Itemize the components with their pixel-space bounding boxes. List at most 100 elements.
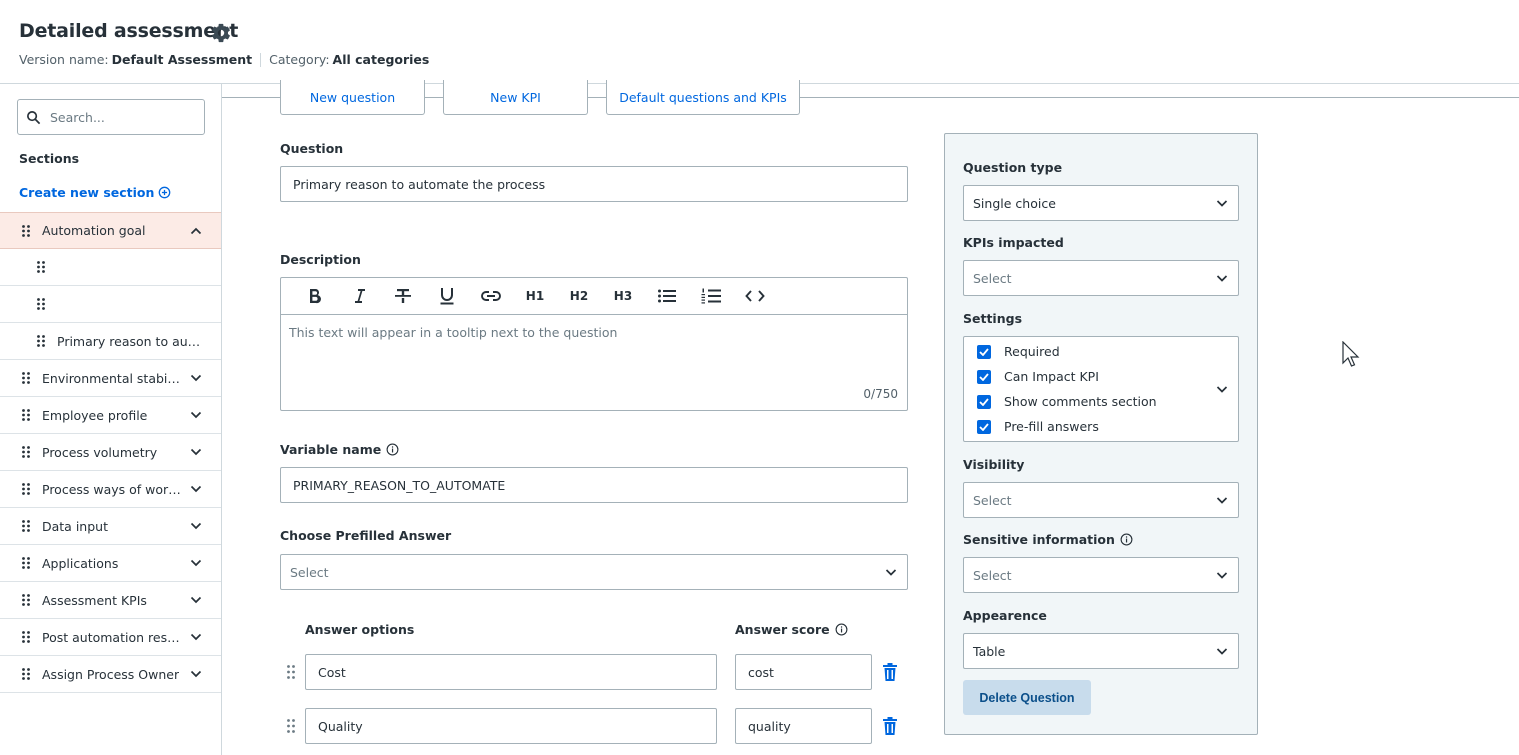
tab-new-kpi[interactable]: New KPI [443,80,588,115]
chevron-down-icon[interactable] [190,373,202,383]
description-placeholder[interactable]: This text will appear in a tooltip next … [289,325,617,340]
search-icon [27,110,41,124]
heading2-button[interactable]: H2 [557,278,601,315]
chevron-down-icon[interactable] [190,669,202,679]
sections-sidebar: Sections Create new section Automation g… [0,84,222,755]
section-label: Assessment KPIs [42,592,147,608]
chevron-down-icon[interactable] [190,447,202,457]
chevron-down-icon[interactable] [190,521,202,531]
drag-handle-icon[interactable] [22,225,30,237]
trash-icon[interactable] [882,717,898,735]
search-input[interactable] [50,109,190,125]
chevron-down-icon[interactable] [190,632,202,642]
drag-handle-icon[interactable] [287,665,295,679]
sensitive-info-select[interactable]: Select [963,557,1239,593]
numbered-list-icon [701,288,721,304]
answer-score-input[interactable]: cost [735,654,872,690]
chevron-down-icon[interactable] [190,595,202,605]
section-item-automation-goal[interactable]: Automation goal [0,212,221,249]
drag-handle-icon[interactable] [37,261,45,273]
section-item-environmental-stability[interactable]: Environmental stability [0,360,221,397]
drag-handle-icon[interactable] [287,719,295,733]
info-icon[interactable] [835,623,848,636]
question-item[interactable] [0,286,221,323]
add-circle-icon [159,186,171,199]
drag-handle-icon[interactable] [22,520,30,532]
prefill-select[interactable]: Select [280,554,908,590]
drag-handle-icon[interactable] [22,668,30,680]
search-box[interactable] [17,99,205,135]
settings-multiselect[interactable]: Required Can Impact KPI Show comments se… [963,336,1239,442]
chevron-down-icon[interactable] [190,484,202,494]
question-type-select[interactable]: Single choice [963,185,1239,221]
chevron-down-icon[interactable] [190,558,202,568]
italic-button[interactable] [337,278,381,315]
info-icon[interactable] [386,443,399,456]
heading3-button[interactable]: H3 [601,278,645,315]
chevron-down-icon[interactable] [190,410,202,420]
heading1-button[interactable]: H1 [513,278,557,315]
visibility-label: Visibility [963,457,1025,472]
section-item-assessment-kpis[interactable]: Assessment KPIs [0,582,221,619]
code-button[interactable] [733,278,777,315]
checkbox-checked-icon [977,394,991,409]
trash-icon[interactable] [882,663,898,681]
drag-handle-icon[interactable] [22,631,30,643]
info-icon[interactable] [1120,533,1133,546]
underline-button[interactable] [425,278,469,315]
setting-label: Can Impact KPI [1004,369,1099,384]
section-item-process-volumetry[interactable]: Process volumetry [0,434,221,471]
section-item-assign-process-owner[interactable]: Assign Process Owner [0,656,221,693]
tab-new-question[interactable]: New question [280,80,425,115]
category-value: All categories [332,52,430,67]
create-section-link[interactable]: Create new section [19,185,171,200]
can-impact-kpi-checkbox[interactable]: Can Impact KPI [977,369,1099,384]
drag-handle-icon[interactable] [22,594,30,606]
required-checkbox[interactable]: Required [977,344,1060,359]
section-item-employee-profile[interactable]: Employee profile [0,397,221,434]
answer-options-label: Answer options [305,622,415,637]
version-value: Default Assessment [111,52,253,67]
create-section-label: Create new section [19,185,155,200]
drag-handle-icon[interactable] [22,483,30,495]
checkbox-checked-icon [977,419,991,434]
appearance-select[interactable]: Table [963,633,1239,669]
description-editor: H1 H2 H3 This text will appear in a tool… [280,277,908,411]
show-comments-checkbox[interactable]: Show comments section [977,394,1157,409]
visibility-select[interactable]: Select [963,482,1239,518]
gear-icon[interactable] [210,22,232,44]
strikethrough-button[interactable] [381,278,425,315]
tab-default-questions[interactable]: Default questions and KPIs [606,80,800,115]
answer-option-input[interactable]: Quality [305,708,717,744]
drag-handle-icon[interactable] [22,409,30,421]
section-item-process-ways-of-working[interactable]: Process ways of worki... [0,471,221,508]
chevron-up-icon[interactable] [190,226,202,236]
delete-question-button[interactable]: Delete Question [963,680,1091,715]
answer-score-input[interactable]: quality [735,708,872,744]
section-label: Assign Process Owner [42,666,180,682]
answer-option-input[interactable]: Cost [305,654,717,690]
question-item-primary-reason[interactable]: Primary reason to auto... [0,323,221,360]
drag-handle-icon[interactable] [22,557,30,569]
chevron-down-icon [885,569,897,576]
question-input[interactable]: Primary reason to automate the process [280,166,908,202]
prefill-answers-checkbox[interactable]: Pre-fill answers [977,419,1099,434]
section-item-data-input[interactable]: Data input [0,508,221,545]
question-item[interactable] [0,249,221,286]
variable-name-label: Variable name [280,442,399,457]
drag-handle-icon[interactable] [22,372,30,384]
link-button[interactable] [469,278,513,315]
section-item-applications[interactable]: Applications [0,545,221,582]
bold-button[interactable] [293,278,337,315]
numbered-list-button[interactable] [689,278,733,315]
section-item-post-automation-results[interactable]: Post automation results [0,619,221,656]
drag-handle-icon[interactable] [22,446,30,458]
bullet-list-button[interactable] [645,278,689,315]
bullet-list-icon [658,289,676,303]
drag-handle-icon[interactable] [37,335,45,347]
drag-handle-icon[interactable] [37,298,45,310]
variable-name-input[interactable]: PRIMARY_REASON_TO_AUTOMATE [280,467,908,503]
description-label: Description [280,252,361,267]
kpis-impacted-select[interactable]: Select [963,260,1239,296]
sensitive-info-label: Sensitive information [963,532,1133,547]
